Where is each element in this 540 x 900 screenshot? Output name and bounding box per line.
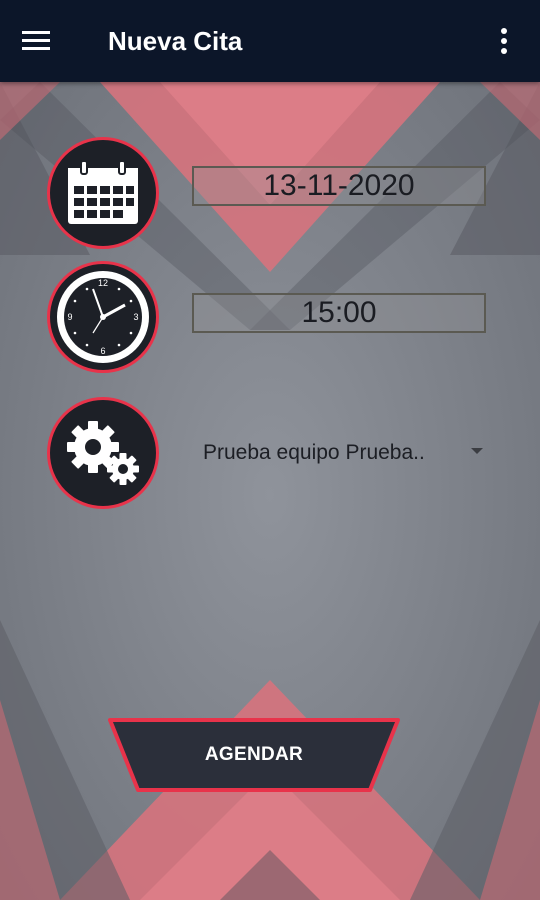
page-title: Nueva Cita xyxy=(108,26,243,56)
clock-icon[interactable]: 12 3 6 9 xyxy=(47,261,159,373)
svg-text:3: 3 xyxy=(133,312,138,322)
svg-text:9: 9 xyxy=(67,312,72,322)
agendar-button[interactable]: AGENDAR xyxy=(108,718,400,792)
agendar-button-label: AGENDAR xyxy=(204,744,304,765)
gears-icon xyxy=(47,397,159,509)
svg-text:12: 12 xyxy=(98,278,108,288)
time-field[interactable]: 15:00 xyxy=(192,293,486,333)
hamburger-menu-icon[interactable] xyxy=(20,28,52,54)
dropdown-arrow-icon xyxy=(471,448,483,454)
more-vertical-icon[interactable] xyxy=(492,26,516,56)
calendar-icon[interactable] xyxy=(47,137,159,249)
app-bar: Nueva Cita xyxy=(0,0,540,82)
svg-text:6: 6 xyxy=(100,346,105,356)
date-field[interactable]: 13-11-2020 xyxy=(192,166,486,206)
service-dropdown-value: Prueba equipo Prueba.. xyxy=(203,441,425,464)
service-dropdown[interactable]: Prueba equipo Prueba.. xyxy=(203,436,489,470)
